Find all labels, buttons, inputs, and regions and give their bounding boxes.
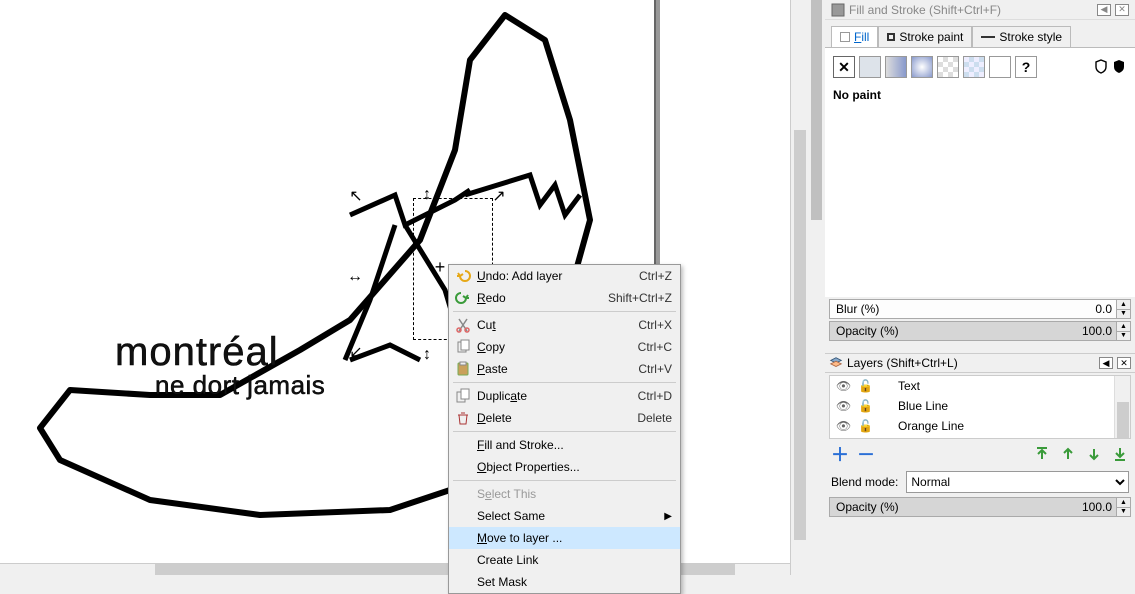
tab-stroke-style[interactable]: Stroke style [972, 26, 1071, 48]
right-dock: Fill and Stroke (Shift+Ctrl+F) ◀ ✕ Fill … [825, 0, 1135, 575]
canvas-area: montréal ne dort jamais ↖ ↕ ↗ ↔ + ↔ ↙ ↕ … [0, 0, 808, 575]
ctx-redo[interactable]: Redo Shift+Ctrl+Z [449, 287, 680, 309]
paint-help-button[interactable]: ? [1015, 56, 1037, 78]
layers-list[interactable]: 👁 🔓 Text 👁 🔓 Blue Line 👁 🔓 Orange Line [829, 375, 1131, 439]
paint-none-button[interactable]: ✕ [833, 56, 855, 78]
canvas-text-line2: ne dort jamais [155, 370, 325, 401]
panel-close-button[interactable]: ✕ [1115, 4, 1129, 16]
undo-icon [453, 268, 473, 284]
fill-stroke-icon [831, 3, 845, 17]
ctx-paste[interactable]: Paste Ctrl+V [449, 358, 680, 380]
blur-field[interactable]: Blur (%) 0.0 ▲▼ [829, 299, 1131, 319]
ctx-move-to-layer[interactable]: Move to layer ... [449, 527, 680, 549]
add-layer-button[interactable]: ＋ [831, 445, 849, 463]
layers-icon [829, 356, 843, 370]
ctx-copy[interactable]: Copy Ctrl+C [449, 336, 680, 358]
blend-mode-label: Blend mode: [831, 475, 898, 489]
remove-layer-button[interactable]: － [857, 445, 875, 463]
duplicate-icon [453, 388, 473, 404]
layers-scrollbar[interactable] [1114, 376, 1130, 438]
layers-iconify-button[interactable]: ◀ [1099, 357, 1113, 369]
blur-spinner[interactable]: ▲▼ [1116, 300, 1130, 318]
delete-icon [453, 410, 473, 426]
paint-radial-button[interactable] [911, 56, 933, 78]
tab-fill[interactable]: Fill [831, 26, 878, 48]
visibility-icon[interactable]: 👁 [836, 419, 850, 433]
cut-icon [453, 317, 473, 333]
ctx-create-link[interactable]: Create Link [449, 549, 680, 571]
layer-row[interactable]: 👁 🔓 Blue Line [830, 396, 1130, 416]
layers-title: Layers (Shift+Ctrl+L) ◀ ✕ [825, 353, 1135, 373]
paint-linear-button[interactable] [885, 56, 907, 78]
ctx-duplicate[interactable]: Duplicate Ctrl+D [449, 385, 680, 407]
layers-opacity-spinner[interactable]: ▲▼ [1116, 498, 1130, 516]
lock-icon[interactable]: 🔓 [858, 379, 872, 393]
ctx-select-this: Select This [449, 483, 680, 505]
fill-stroke-title: Fill and Stroke (Shift+Ctrl+F) ◀ ✕ [825, 0, 1135, 20]
context-menu: Undo: Add layer Ctrl+Z Redo Shift+Ctrl+Z… [448, 264, 681, 594]
ctx-set-mask[interactable]: Set Mask [449, 571, 680, 593]
layers-close-button[interactable]: ✕ [1117, 357, 1131, 369]
layer-to-bottom-button[interactable] [1111, 445, 1129, 463]
visibility-icon[interactable]: 👁 [836, 399, 850, 413]
paint-unknown-button[interactable] [989, 56, 1011, 78]
layer-to-top-button[interactable] [1033, 445, 1051, 463]
shield-outline-icon[interactable] [1093, 58, 1109, 77]
layer-row[interactable]: 👁 🔓 Text [830, 376, 1130, 396]
ctx-undo[interactable]: Undo: Add layer Ctrl+Z [449, 265, 680, 287]
shield-filled-icon[interactable] [1111, 58, 1127, 77]
paste-icon [453, 361, 473, 377]
ctx-select-same[interactable]: Select Same ▶ [449, 505, 680, 527]
paint-type-row: ✕ ? [833, 56, 1127, 78]
dock-scrollbar[interactable] [808, 0, 825, 575]
fs-opacity-field[interactable]: Opacity (%) 100.0 ▲▼ [829, 321, 1131, 341]
canvas-vertical-scrollbar[interactable] [790, 0, 808, 575]
blend-mode-row: Blend mode: Normal [831, 471, 1129, 493]
visibility-icon[interactable]: 👁 [836, 379, 850, 393]
panel-iconify-button[interactable]: ◀ [1097, 4, 1111, 16]
canvas-text-line1: montréal [115, 330, 279, 375]
blend-mode-select[interactable]: Normal [906, 471, 1129, 493]
lock-icon[interactable]: 🔓 [858, 419, 872, 433]
layer-row[interactable]: 👁 🔓 Orange Line [830, 416, 1130, 436]
ctx-cut[interactable]: Cut Ctrl+X [449, 314, 680, 336]
redo-icon [453, 290, 473, 306]
copy-icon [453, 339, 473, 355]
lock-icon[interactable]: 🔓 [858, 399, 872, 413]
ctx-object-properties[interactable]: Object Properties... [449, 456, 680, 478]
paint-flat-button[interactable] [859, 56, 881, 78]
layers-panel: Layers (Shift+Ctrl+L) ◀ ✕ 👁 🔓 Text 👁 🔓 B… [825, 353, 1135, 517]
no-paint-label: No paint [833, 88, 1127, 102]
paint-pattern-button[interactable] [937, 56, 959, 78]
submenu-arrow-icon: ▶ [664, 511, 672, 522]
fill-stroke-panel: Fill and Stroke (Shift+Ctrl+F) ◀ ✕ Fill … [825, 0, 1135, 341]
layer-up-button[interactable] [1059, 445, 1077, 463]
layer-down-button[interactable] [1085, 445, 1103, 463]
fs-opacity-spinner[interactable]: ▲▼ [1116, 322, 1130, 340]
layer-buttons: ＋ － [825, 441, 1135, 467]
paint-swatch-button[interactable] [963, 56, 985, 78]
tab-stroke-paint[interactable]: Stroke paint [878, 26, 972, 48]
ctx-fill-stroke[interactable]: Fill and Stroke... [449, 434, 680, 456]
layers-opacity-field[interactable]: Opacity (%) 100.0 ▲▼ [829, 497, 1131, 517]
ctx-delete[interactable]: Delete Delete [449, 407, 680, 429]
